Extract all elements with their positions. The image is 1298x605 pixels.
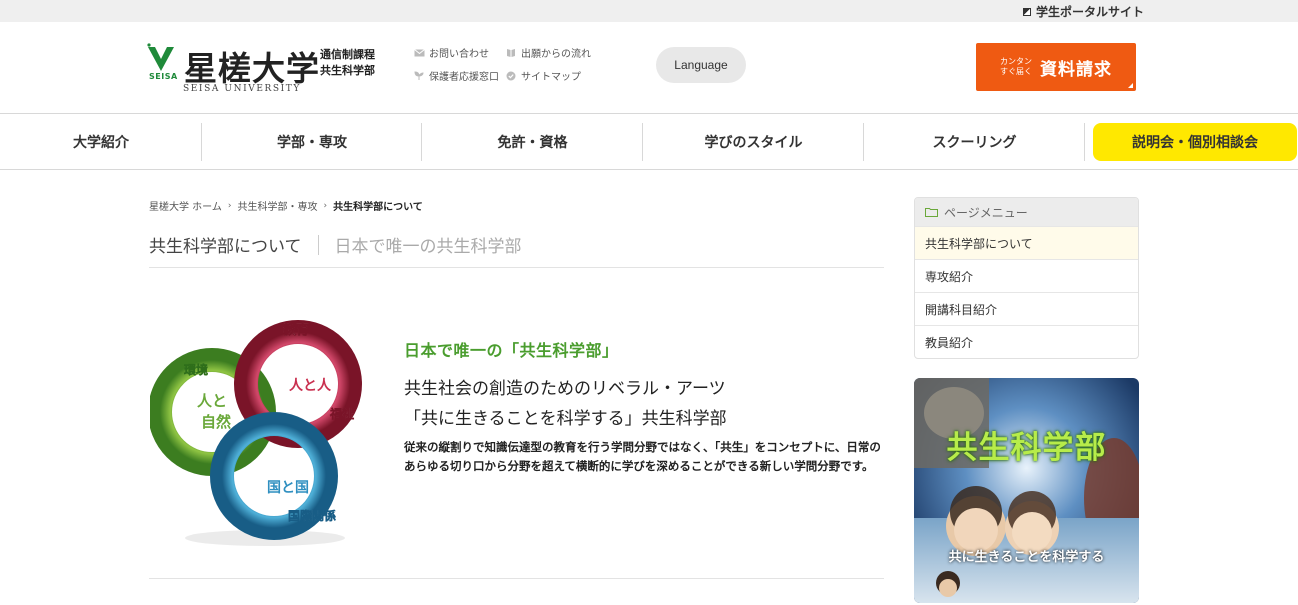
contact-label: お問い合わせ (429, 49, 489, 60)
ring-label-human: 人と (197, 392, 227, 410)
window-icon (1022, 7, 1031, 16)
sitemap-link[interactable]: サイトマップ (505, 68, 615, 83)
check-circle-icon (505, 71, 517, 81)
breadcrumb-separator: › (323, 200, 328, 211)
ring-label-nature: 自然 (201, 413, 231, 431)
ring-label-welfare: 福祉 (329, 406, 354, 421)
student-portal-link[interactable]: 学生ポータルサイト (1022, 3, 1144, 20)
contact-link[interactable]: お問い合わせ (413, 45, 505, 60)
logo-japanese: 星槎大学 (184, 49, 320, 88)
book-icon (505, 48, 517, 58)
breadcrumb-separator: › (227, 200, 232, 211)
ring-label-people: 人と人 (289, 377, 332, 394)
faculty-banner[interactable]: 共生科学部 共に生きることを科学する (914, 378, 1139, 603)
lead-description: 従来の縦割りで知識伝達型の教育を行う学問分野ではなく、「共生」をコンセプトに、日… (404, 440, 881, 473)
nav-information-session[interactable]: 説明会・個別相談会 (1093, 123, 1297, 161)
banner-photo-collage (914, 378, 1139, 603)
guardian-support-link[interactable]: 保護者応援窓口 (413, 68, 505, 83)
nav-about-university[interactable]: 大学紹介 (0, 115, 202, 169)
symbiosis-rings-graphic: 教育 人と人 福祉 環境 人と 自然 国と国 国際関係 (150, 320, 362, 546)
lead-line-1: 共生社会の創造のためのリベラル・アーツ (404, 379, 726, 399)
request-tagline-2: すぐ届く (1000, 67, 1032, 76)
logo-subtitle-line2: 共生科学部 (320, 64, 375, 77)
page-title-sub: 日本で唯一の共生科学部 (334, 237, 522, 257)
sitemap-label: サイトマップ (521, 72, 581, 83)
request-materials-button[interactable]: カンタン すぐ届く 資料請求 (976, 43, 1136, 91)
page-menu-item-faculty[interactable]: 教員紹介 (915, 325, 1138, 358)
logo-english: SEISA UNIVERSITY (183, 84, 301, 94)
lead-heading: 日本で唯一の「共生科学部」 (404, 341, 619, 360)
guardian-support-label: 保護者応援窓口 (429, 72, 499, 83)
nav-faculty-major[interactable]: 学部・専攻 (202, 115, 422, 169)
page-menu-header: ページメニュー (915, 198, 1138, 226)
nav-learning-style[interactable]: 学びのスタイル (643, 115, 864, 169)
top-utility-bar: 学生ポータルサイト (0, 0, 1298, 22)
language-button[interactable]: Language (656, 47, 746, 83)
logo-subtitle-line1: 通信制課程 (320, 48, 375, 61)
request-materials-label: 資料請求 (1040, 59, 1112, 80)
folder-icon (925, 208, 938, 217)
title-divider (317, 234, 319, 255)
ring-label-education: 教育 (282, 322, 309, 338)
breadcrumb-current: 共生科学部について (333, 202, 423, 213)
page-menu: ページメニュー 共生科学部について 専攻紹介 開講科目紹介 教員紹介 (914, 197, 1139, 359)
sprout-icon (413, 70, 425, 81)
divider (149, 578, 884, 579)
breadcrumb: 星槎大学 ホーム › 共生科学部・専攻 › 共生科学部について (149, 198, 423, 214)
ring-label-international: 国際関係 (288, 508, 336, 523)
page-menu-item-courses[interactable]: 開講科目紹介 (915, 292, 1138, 325)
application-flow-link[interactable]: 出願からの流れ (505, 45, 615, 60)
banner-subtitle: 共に生きることを科学する (948, 550, 1105, 565)
divider (149, 267, 884, 268)
ring-label-environment: 環境 (184, 362, 208, 377)
page-menu-title: ページメニュー (944, 205, 1028, 220)
logo-mark-text: SEISA (149, 72, 178, 81)
breadcrumb-home[interactable]: 星槎大学 ホーム (149, 198, 222, 213)
page-menu-item-about[interactable]: 共生科学部について (915, 226, 1138, 259)
page-title: 共生科学部について 日本で唯一の共生科学部 (149, 232, 522, 257)
ring-label-nations: 国と国 (267, 480, 309, 496)
corner-arrow-icon (1128, 83, 1133, 88)
nav-schooling[interactable]: スクーリング (864, 115, 1085, 169)
nav-license-qualification[interactable]: 免許・資格 (422, 115, 643, 169)
application-flow-label: 出願からの流れ (521, 49, 591, 60)
request-tagline-1: カンタン (1000, 57, 1032, 66)
breadcrumb-faculty[interactable]: 共生科学部・専攻 (238, 198, 318, 213)
header-links: お問い合わせ 出願からの流れ 保護者応援窓口 サイトマップ (413, 45, 615, 83)
student-portal-label: 学生ポータルサイト (1035, 5, 1144, 19)
banner-title: 共生科学部 (946, 430, 1107, 466)
global-nav: 大学紹介 学部・専攻 免許・資格 学びのスタイル スクーリング 説明会・個別相談… (0, 115, 1298, 170)
site-header: SEISA 星槎大学 SEISA UNIVERSITY 通信制課程 共生科学部 … (0, 22, 1298, 114)
page-title-main: 共生科学部について (149, 237, 302, 257)
request-tagline: カンタン すぐ届く (1000, 57, 1032, 77)
page-menu-item-majors[interactable]: 専攻紹介 (915, 259, 1138, 292)
logo-subtitle: 通信制課程 共生科学部 (320, 47, 375, 79)
mail-icon (413, 48, 425, 58)
lead-line-2: 「共に生きることを科学する」共生科学部 (404, 409, 727, 429)
